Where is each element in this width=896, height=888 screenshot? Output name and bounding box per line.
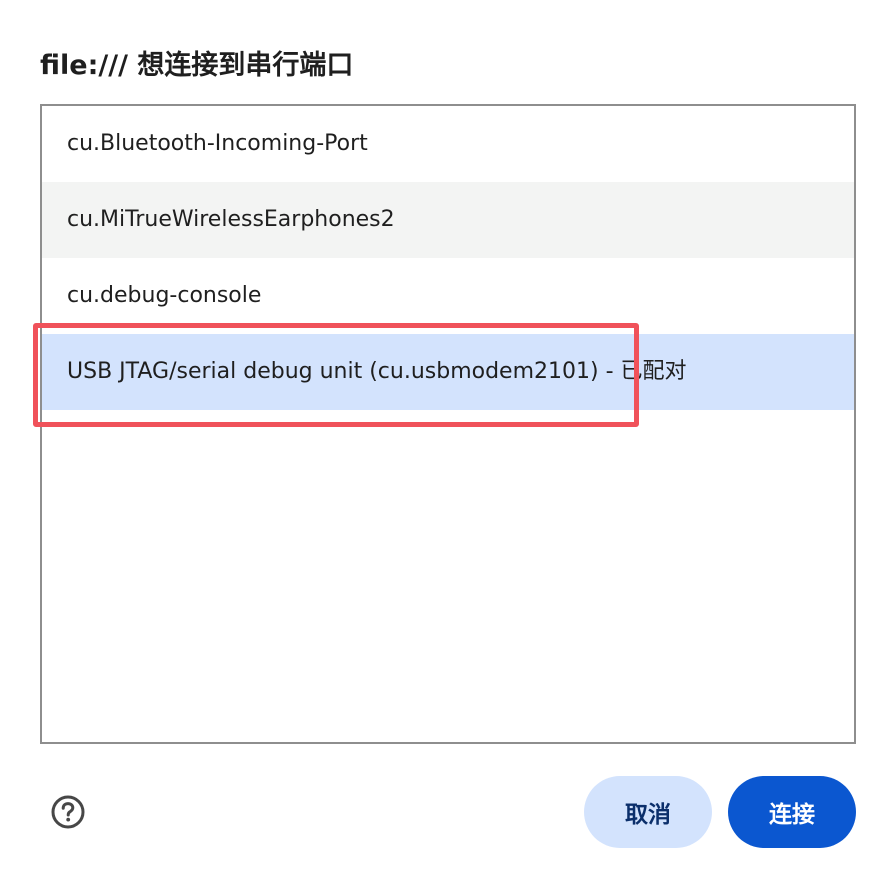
port-item-selected[interactable]: USB JTAG/serial debug unit (cu.usbmodem2… <box>42 334 854 410</box>
port-item[interactable]: cu.MiTrueWirelessEarphones2 <box>42 182 854 258</box>
serial-port-dialog: file:/// 想连接到串行端口 cu.Bluetooth-Incoming-… <box>0 0 896 888</box>
connect-button[interactable]: 连接 <box>728 776 856 848</box>
dialog-title: file:/// 想连接到串行端口 <box>40 50 354 81</box>
serial-port-list[interactable]: cu.Bluetooth-Incoming-Port cu.MiTrueWire… <box>40 104 856 744</box>
cancel-button[interactable]: 取消 <box>584 776 712 848</box>
port-item[interactable]: cu.debug-console <box>42 258 854 334</box>
help-icon[interactable] <box>50 794 86 830</box>
port-item[interactable]: cu.Bluetooth-Incoming-Port <box>42 106 854 182</box>
